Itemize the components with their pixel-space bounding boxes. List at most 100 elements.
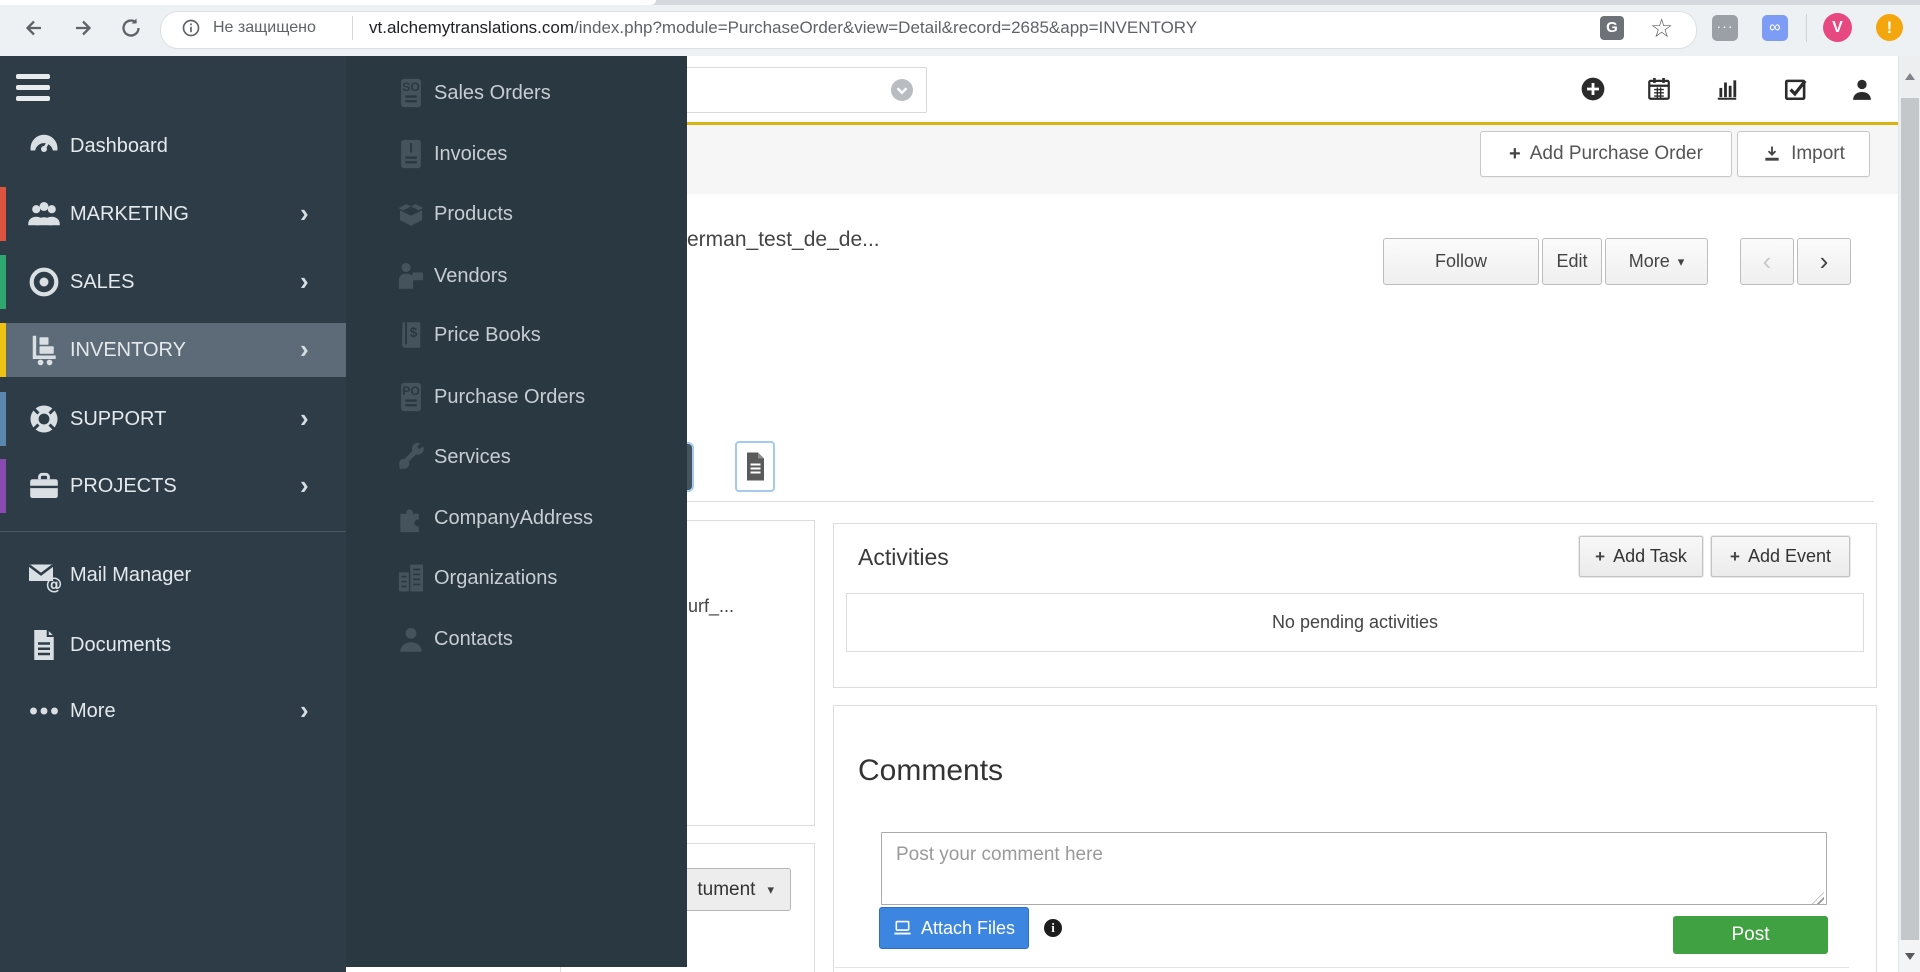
svg-text:$: $ (410, 325, 418, 340)
target-icon (29, 267, 59, 297)
sidebar-label: More (70, 699, 116, 722)
menu-hamburger-icon[interactable] (16, 74, 50, 101)
activities-title: Activities (858, 544, 949, 570)
support-accent-bar (0, 392, 6, 446)
submenu-item-vendors[interactable]: Vendors (346, 251, 687, 301)
submenu-item-sales-orders[interactable]: SO Sales Orders (346, 68, 687, 118)
translate-icon[interactable]: G (1600, 16, 1624, 40)
sidebar-item-support[interactable]: SUPPORT › (0, 392, 346, 446)
submenu-label: Sales Orders (434, 81, 551, 104)
import-label: Import (1791, 143, 1845, 164)
puzzle-icon (400, 509, 419, 533)
sidebar-label: INVENTORY (70, 338, 186, 361)
page-scrollbar[interactable] (1898, 56, 1920, 972)
reports-barchart-icon[interactable] (1714, 76, 1740, 102)
quick-create-plus-icon[interactable] (1580, 76, 1606, 102)
import-button[interactable]: Import (1737, 131, 1870, 177)
users-icon (28, 202, 60, 226)
caret-down-icon: ▾ (767, 881, 774, 897)
document-tab-icon (747, 452, 764, 481)
submenu-item-organizations[interactable]: Organizations (346, 553, 687, 603)
marketing-accent-bar (0, 187, 6, 241)
calendar-icon[interactable] (1646, 76, 1672, 102)
plus-icon: + (1509, 142, 1521, 165)
sidebar-item-sales[interactable]: SALES › (0, 255, 346, 309)
scrollbar-down-arrow[interactable] (1899, 940, 1920, 972)
edit-button[interactable]: Edit (1542, 238, 1602, 285)
sidebar-item-documents[interactable]: Documents (0, 618, 346, 672)
extension-icon[interactable]: ··· (1712, 15, 1738, 41)
submenu-item-purchase-orders[interactable]: PO Purchase Orders (346, 372, 687, 422)
chevron-right-icon: › (300, 197, 309, 228)
chevron-right-icon: › (300, 694, 309, 725)
attach-files-button[interactable]: Attach Files (879, 907, 1029, 949)
next-record-button[interactable]: › (1797, 238, 1851, 285)
submenu-label: Purchase Orders (434, 385, 586, 408)
price-book-icon: $ (402, 322, 421, 348)
tasks-check-icon[interactable] (1783, 76, 1809, 102)
post-button[interactable]: Post (1673, 916, 1828, 954)
add-task-button[interactable]: + Add Task (1579, 536, 1703, 577)
app-sidebar: Dashboard MARKETING › SALES › INVENTORY … (0, 56, 346, 972)
activities-panel: Activities + Add Task + Add Event No pen… (833, 523, 1877, 688)
edit-label: Edit (1556, 251, 1588, 271)
scrollbar-thumb[interactable] (1901, 98, 1919, 940)
sidebar-item-mail-manager[interactable]: @ Mail Manager (0, 548, 346, 602)
submenu-item-services[interactable]: Services (346, 432, 687, 482)
add-purchase-order-button[interactable]: + Add Purchase Order (1480, 131, 1732, 177)
gauge-icon (30, 134, 58, 152)
user-profile-icon[interactable] (1849, 76, 1875, 102)
inventory-accent-bar (0, 323, 6, 377)
comment-input[interactable] (881, 832, 1827, 905)
browser-reload-icon[interactable] (119, 16, 143, 40)
follow-button[interactable]: Follow (1383, 238, 1539, 285)
import-download-icon (1765, 146, 1779, 161)
submenu-item-products[interactable]: Products (346, 189, 687, 239)
dots-icon (30, 707, 58, 715)
sidebar-item-marketing[interactable]: MARKETING › (0, 187, 346, 241)
browser-back-icon[interactable] (22, 16, 46, 40)
no-activities-box: No pending activities (846, 593, 1864, 652)
browser-forward-icon[interactable] (71, 16, 95, 40)
submenu-item-price-books[interactable]: $ Price Books (346, 310, 687, 360)
comments-panel: Comments Attach Files i Post (833, 705, 1877, 972)
info-icon[interactable]: i (1044, 919, 1062, 937)
mail-at-icon: @ (28, 564, 62, 593)
attach-files-label: Attach Files (920, 917, 1016, 938)
vendor-icon (398, 262, 424, 289)
browser-update-alert-icon[interactable]: ! (1876, 14, 1903, 41)
scrollbar-up-arrow[interactable] (1899, 56, 1920, 98)
browser-toolbar: Не защищено vt.alchemytranslations.com/i… (0, 0, 1920, 57)
sidebar-divider (0, 531, 346, 532)
sidebar-item-more[interactable]: More › (0, 684, 346, 738)
record-title: erman_test_de_de... (687, 228, 880, 251)
tab-documents[interactable] (735, 441, 775, 492)
no-activities-text: No pending activities (1271, 612, 1439, 632)
comments-divider (835, 967, 1849, 968)
bookmark-star-icon[interactable]: ☆ (1650, 13, 1673, 43)
submenu-item-contacts[interactable]: Contacts (346, 614, 687, 664)
plus-icon: + (1730, 546, 1740, 566)
screen: Не защищено vt.alchemytranslations.com/i… (0, 0, 1920, 972)
extension-infinity-icon[interactable]: ∞ (1762, 15, 1788, 41)
search-scope-chevron-icon[interactable] (890, 78, 914, 102)
previous-record-button[interactable]: ‹ (1740, 238, 1794, 285)
sidebar-item-dashboard[interactable]: Dashboard (0, 119, 346, 173)
sidebar-label: SUPPORT (70, 407, 167, 430)
add-event-button[interactable]: + Add Event (1711, 536, 1850, 577)
submenu-item-invoices[interactable]: I Invoices (346, 129, 687, 179)
submenu-item-companyaddress[interactable]: CompanyAddress (346, 493, 687, 543)
open-box-icon (398, 201, 424, 226)
browser-profile-avatar[interactable]: V (1823, 13, 1852, 42)
url[interactable]: vt.alchemytranslations.com/index.php?mod… (369, 0, 1197, 56)
chevron-left-icon: ‹ (1762, 246, 1772, 276)
sidebar-item-projects[interactable]: PROJECTS › (0, 459, 346, 513)
security-status: Не защищено (213, 19, 316, 36)
site-info-icon[interactable] (181, 18, 201, 38)
comments-title: Comments (858, 754, 1004, 787)
sidebar-item-inventory[interactable]: INVENTORY › (0, 323, 346, 377)
add-task-label: Add Task (1613, 546, 1687, 566)
chevron-right-icon: › (1819, 246, 1829, 276)
more-button[interactable]: More ▾ (1605, 238, 1708, 285)
more-label: More (1628, 251, 1670, 271)
